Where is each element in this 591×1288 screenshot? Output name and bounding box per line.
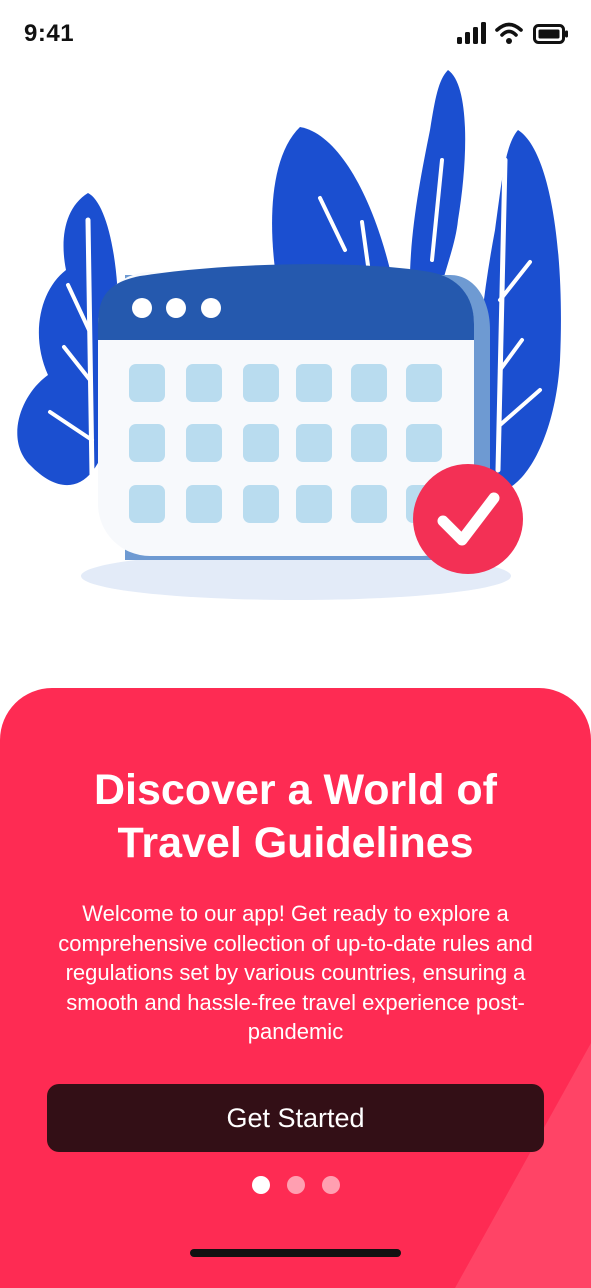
page-dot-3[interactable] [322,1176,340,1194]
page-indicator [0,1176,591,1196]
home-indicator[interactable] [190,1249,401,1257]
calendar-checkmark-illustration [17,70,561,600]
page-dot-1[interactable] [252,1176,270,1194]
onboarding-description: Welcome to our app! Get ready to explore… [58,901,533,1044]
page-dot-2[interactable] [287,1176,305,1194]
onboarding-title: Discover a World of Travel Guidelines [93,766,498,867]
signal-icon [457,22,486,44]
onboarding-panel: Discover a World of Travel Guidelines We… [0,688,591,1288]
wifi-icon [495,22,523,44]
battery-icon [533,24,568,44]
calendar-illustration [0,60,591,620]
status-time: 9:41 [24,20,75,47]
get-started-button[interactable]: Get Started [47,1084,544,1152]
